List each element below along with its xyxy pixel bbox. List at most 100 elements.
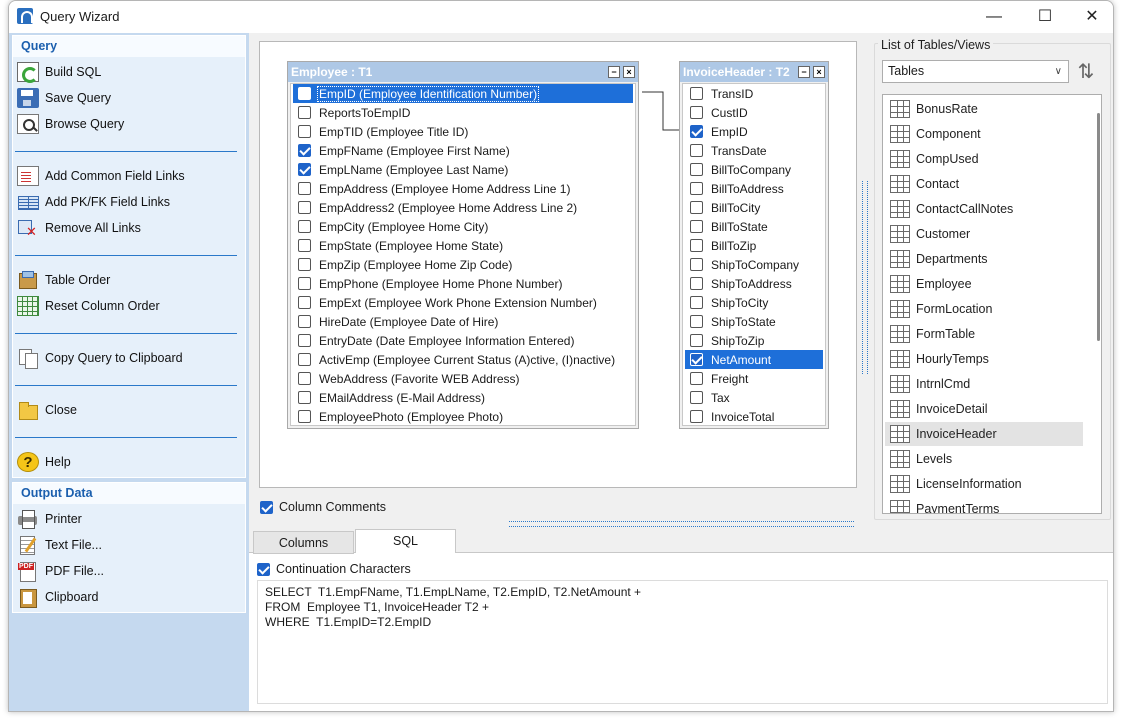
invoice-field-row[interactable]: EmpID — [685, 122, 823, 141]
field-checkbox[interactable] — [690, 296, 703, 309]
field-checkbox[interactable] — [298, 277, 311, 290]
table-list-item[interactable]: Customer — [885, 222, 1083, 246]
save-query-action[interactable]: Save Query — [17, 87, 111, 109]
field-checkbox[interactable] — [690, 182, 703, 195]
field-checkbox[interactable] — [298, 258, 311, 271]
object-type-select[interactable]: Tables ∨ — [882, 60, 1069, 83]
invoice-field-row[interactable]: BillToCity — [685, 198, 823, 217]
field-checkbox[interactable] — [690, 372, 703, 385]
table-list-item[interactable]: FormLocation — [885, 297, 1083, 321]
field-checkbox[interactable] — [690, 144, 703, 157]
field-checkbox[interactable] — [690, 410, 703, 423]
column-comments-checkbox[interactable]: Column Comments — [260, 500, 386, 514]
field-checkbox[interactable] — [298, 125, 311, 138]
employee-field-row[interactable]: EmpPhone (Employee Home Phone Number) — [293, 274, 633, 293]
table-list-item[interactable]: Contact — [885, 172, 1083, 196]
table-list-item[interactable]: ContactCallNotes — [885, 197, 1083, 221]
field-checkbox[interactable] — [298, 201, 311, 214]
invoice-field-row[interactable]: Tax — [685, 388, 823, 407]
invoice-field-row[interactable]: CustID — [685, 103, 823, 122]
sort-icon[interactable]: ⇅ — [1073, 59, 1099, 85]
sql-text-area[interactable]: SELECT T1.EmpFName, T1.EmpLName, T2.EmpI… — [257, 580, 1108, 704]
invoiceheader-table-title[interactable]: InvoiceHeader : T2 − × — [680, 62, 828, 82]
query-design-canvas[interactable]: Employee : T1 − × EmpID (Employee Identi… — [259, 41, 857, 488]
field-checkbox[interactable] — [690, 334, 703, 347]
employee-field-row[interactable]: EmpLName (Employee Last Name) — [293, 160, 633, 179]
invoice-field-row[interactable]: TransDate — [685, 141, 823, 160]
employee-table-title[interactable]: Employee : T1 − × — [288, 62, 638, 82]
table-list-item[interactable]: FormTable — [885, 322, 1083, 346]
employee-field-row[interactable]: EMailAddress (E-Mail Address) — [293, 388, 633, 407]
minimize-table-button[interactable]: − — [798, 66, 810, 78]
table-list-item[interactable]: HourlyTemps — [885, 347, 1083, 371]
invoice-field-row[interactable]: ShipToCity — [685, 293, 823, 312]
field-checkbox[interactable] — [298, 220, 311, 233]
employee-field-row[interactable]: EmpZip (Employee Home Zip Code) — [293, 255, 633, 274]
employee-field-row[interactable]: HireDate (Employee Date of Hire) — [293, 312, 633, 331]
field-checkbox[interactable] — [690, 106, 703, 119]
table-list-item[interactable]: InvoiceDetail — [885, 397, 1083, 421]
field-checkbox[interactable] — [690, 258, 703, 271]
invoice-field-row[interactable]: ShipToZip — [685, 331, 823, 350]
table-list-item[interactable]: IntrnlCmd — [885, 372, 1083, 396]
maximize-button[interactable]: ☐ — [1022, 1, 1068, 33]
list-scrollbar[interactable] — [1097, 113, 1100, 341]
close-window-button[interactable]: ✕ — [1069, 1, 1113, 33]
column-comments-check[interactable] — [260, 500, 273, 514]
add-common-field-links-action[interactable]: Add Common Field Links — [17, 165, 185, 187]
invoice-field-row[interactable]: BillToState — [685, 217, 823, 236]
employee-field-row[interactable]: WebAddress (Favorite WEB Address) — [293, 369, 633, 388]
help-action[interactable]: ? Help — [17, 451, 71, 473]
continuation-check[interactable] — [257, 562, 270, 576]
horizontal-splitter[interactable] — [509, 521, 854, 527]
field-checkbox[interactable] — [298, 87, 311, 100]
invoice-field-row[interactable]: ShipToState — [685, 312, 823, 331]
invoice-field-row[interactable]: BillToCompany — [685, 160, 823, 179]
reset-column-order-action[interactable]: Reset Column Order — [17, 295, 160, 317]
close-table-button[interactable]: × — [813, 66, 825, 78]
invoice-field-row[interactable]: NetAmount — [685, 350, 823, 369]
employee-field-row[interactable]: EmpFName (Employee First Name) — [293, 141, 633, 160]
field-checkbox[interactable] — [298, 296, 311, 309]
invoice-field-row[interactable]: Freight — [685, 369, 823, 388]
field-checkbox[interactable] — [298, 182, 311, 195]
table-list-item[interactable]: InvoiceHeader — [885, 422, 1083, 446]
printer-action[interactable]: Printer — [17, 508, 82, 530]
vertical-splitter[interactable] — [862, 181, 868, 374]
field-checkbox[interactable] — [298, 410, 311, 423]
table-list-item[interactable]: Employee — [885, 272, 1083, 296]
invoice-field-row[interactable]: TransID — [685, 84, 823, 103]
employee-field-row[interactable]: EmpAddress2 (Employee Home Address Line … — [293, 198, 633, 217]
tab-columns[interactable]: Columns — [253, 531, 354, 554]
invoice-field-row[interactable]: InvoiceTotal — [685, 407, 823, 426]
remove-all-links-action[interactable]: Remove All Links — [17, 217, 141, 240]
invoice-field-row[interactable]: ShipToCompany — [685, 255, 823, 274]
field-checkbox[interactable] — [298, 144, 311, 157]
invoice-field-row[interactable]: BillToZip — [685, 236, 823, 255]
field-checkbox[interactable] — [298, 163, 311, 176]
table-list-item[interactable]: BonusRate — [885, 97, 1083, 121]
employee-field-row[interactable]: EmpExt (Employee Work Phone Extension Nu… — [293, 293, 633, 312]
field-checkbox[interactable] — [298, 334, 311, 347]
employee-field-row[interactable]: ActivEmp (Employee Current Status (A)cti… — [293, 350, 633, 369]
employee-field-row[interactable]: EmpAddress (Employee Home Address Line 1… — [293, 179, 633, 198]
invoiceheader-table-window[interactable]: InvoiceHeader : T2 − × TransID CustID EmpI… — [679, 61, 829, 429]
table-list-item[interactable]: Component — [885, 122, 1083, 146]
close-table-button[interactable]: × — [623, 66, 635, 78]
employee-field-row[interactable]: ReportsToEmpID — [293, 103, 633, 122]
text-file-action[interactable]: Text File... — [17, 534, 102, 556]
employee-field-row[interactable]: EmpCity (Employee Home City) — [293, 217, 633, 236]
employee-field-row[interactable]: EmpState (Employee Home State) — [293, 236, 633, 255]
table-order-action[interactable]: Table Order — [17, 269, 110, 291]
field-checkbox[interactable] — [690, 163, 703, 176]
table-list-item[interactable]: Departments — [885, 247, 1083, 271]
continuation-characters-checkbox[interactable]: Continuation Characters — [257, 562, 411, 576]
field-checkbox[interactable] — [690, 353, 703, 366]
field-checkbox[interactable] — [690, 315, 703, 328]
build-sql-action[interactable]: Build SQL — [17, 61, 101, 83]
employee-field-row[interactable]: EmpID (Employee Identification Number) — [293, 84, 633, 103]
table-list-item[interactable]: LicenseInformation — [885, 472, 1083, 496]
copy-query-action[interactable]: Copy Query to Clipboard — [17, 347, 183, 369]
pdf-file-action[interactable]: PDF File... — [17, 560, 104, 582]
field-checkbox[interactable] — [690, 239, 703, 252]
